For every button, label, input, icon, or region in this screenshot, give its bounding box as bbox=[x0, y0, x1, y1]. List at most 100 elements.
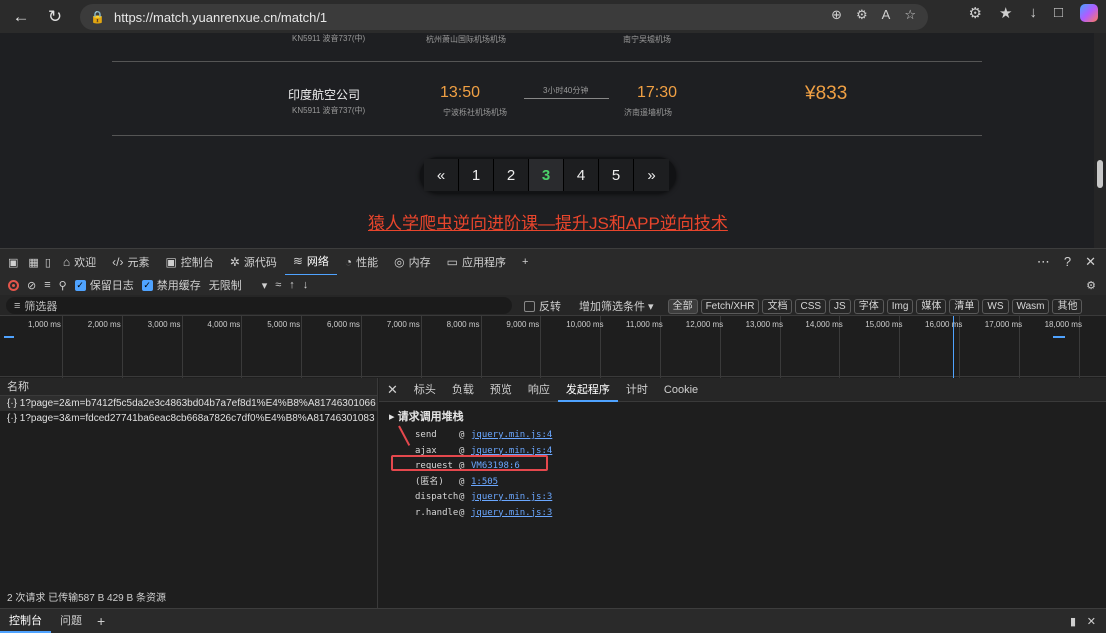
page-scrollbar[interactable] bbox=[1094, 33, 1106, 248]
timeline-tick-label: 1,000 ms bbox=[28, 320, 61, 329]
network-timeline[interactable]: 1,000 ms 2,000 ms 3,000 ms 4,000 ms 5,000 ms… bbox=[0, 315, 1106, 378]
back-icon[interactable]: ← bbox=[6, 2, 36, 32]
clear-icon[interactable]: ⊘ bbox=[27, 279, 36, 292]
devtools-tab[interactable]: ◔ 性能 bbox=[337, 249, 386, 276]
dock-drawer-icon[interactable]: ▮ bbox=[1070, 615, 1076, 628]
detail-tab[interactable]: 标头 bbox=[406, 378, 444, 402]
zoom-icon[interactable]: ⊕ bbox=[831, 7, 842, 23]
tab-icon: ▣ bbox=[165, 255, 177, 269]
chevron-down-icon[interactable]: ▾ bbox=[262, 279, 268, 292]
address-bar[interactable]: 🔒 https://match.yuanrenxue.cn/match/1 ⊕ … bbox=[80, 4, 928, 30]
filter-chip[interactable]: 清单 bbox=[949, 298, 980, 314]
record-icon[interactable] bbox=[8, 279, 19, 291]
devtools-tab[interactable]: ⌂ 欢迎 bbox=[55, 249, 104, 276]
extensions-icon[interactable]: ⚙ bbox=[969, 4, 982, 22]
add-tab-icon[interactable]: + bbox=[514, 249, 536, 276]
dock-icon[interactable]: ▯ bbox=[41, 249, 55, 276]
detail-tab[interactable]: 响应 bbox=[520, 378, 558, 402]
next-page-button[interactable]: » bbox=[634, 159, 669, 191]
device-toggle-icon[interactable]: ▣ bbox=[0, 249, 26, 276]
name-column-header[interactable]: 名称 bbox=[0, 378, 377, 396]
settings-icon[interactable]: ⚙ bbox=[1086, 279, 1096, 292]
filter-chip[interactable]: CSS bbox=[795, 298, 827, 314]
detail-tab[interactable]: Cookie bbox=[656, 378, 706, 402]
page-button[interactable]: 1 bbox=[459, 159, 494, 191]
page-button[interactable]: 2 bbox=[494, 159, 529, 191]
filter-chip[interactable]: WS bbox=[982, 298, 1009, 314]
filter-chip[interactable]: 其他 bbox=[1052, 298, 1083, 314]
tab-label: 内存 bbox=[408, 257, 431, 269]
read-aloud-icon[interactable]: A bbox=[882, 7, 891, 23]
star-icon[interactable]: ☆ bbox=[904, 7, 916, 23]
filter-chip[interactable]: Fetch/XHR bbox=[700, 298, 760, 314]
browser-toolbar: ← ↻ 🔒 https://match.yuanrenxue.cn/match/… bbox=[0, 0, 1106, 33]
throttle-select[interactable]: 无限制 bbox=[209, 277, 242, 293]
download-icon[interactable]: ↓ bbox=[1029, 4, 1037, 22]
source-link[interactable]: jquery.min.js:4 bbox=[471, 428, 552, 444]
source-link[interactable]: jquery.min.js:3 bbox=[471, 506, 552, 522]
source-link[interactable]: jquery.min.js:3 bbox=[471, 490, 552, 506]
more-icon[interactable]: ⋯ bbox=[1037, 254, 1050, 270]
prev-page-button[interactable]: « bbox=[424, 159, 459, 191]
call-stack-title[interactable]: ▸ 请求调用堆栈 bbox=[389, 408, 1106, 424]
help-icon[interactable]: ? bbox=[1064, 254, 1071, 270]
filter-chip[interactable]: Wasm bbox=[1011, 298, 1050, 314]
tab-icon: ◎ bbox=[394, 255, 405, 269]
network-conditions-icon[interactable]: ≈ bbox=[275, 279, 281, 291]
copilot-icon[interactable] bbox=[1080, 4, 1098, 22]
page-button[interactable]: 5 bbox=[599, 159, 634, 191]
drawer-tab[interactable]: 控制台 bbox=[0, 609, 51, 633]
at-sign: @ bbox=[459, 507, 465, 518]
collections-icon[interactable]: □ bbox=[1054, 4, 1063, 22]
detail-tab[interactable]: 预览 bbox=[482, 378, 520, 402]
request-row[interactable]: {·} 1?page=2&m=b7412f5c5da2e3c4863bd04b7… bbox=[0, 396, 377, 411]
tab-icon: ⌂ bbox=[62, 255, 71, 269]
timeline-tick-label: 2,000 ms bbox=[87, 320, 121, 329]
promo-link[interactable]: 猿人学爬虫逆向进阶课—提升JS和APP逆向技术 bbox=[368, 209, 728, 234]
scrollbar-thumb[interactable] bbox=[1097, 160, 1103, 188]
upload-icon[interactable]: ↑ bbox=[289, 279, 295, 291]
close-details-icon[interactable]: ✕ bbox=[379, 378, 406, 402]
filter-chip[interactable]: Img bbox=[886, 298, 914, 314]
devtools-tab[interactable]: ▣ 控制台 bbox=[157, 249, 221, 276]
timeline-gridline bbox=[540, 316, 542, 378]
preserve-log-checkbox[interactable]: ✓ 保留日志 bbox=[74, 277, 134, 293]
timeline-gridline bbox=[121, 316, 123, 378]
request-row[interactable]: {·} 1?page=3&m=fdced27741ba6eac8cb668a78… bbox=[0, 411, 377, 426]
devtools-tab[interactable]: ▭ 应用程序 bbox=[439, 249, 514, 276]
timeline-tick-label: 12,000 ms bbox=[685, 320, 724, 329]
timeline-tick-label: 18,000 ms bbox=[1044, 320, 1082, 329]
reload-icon[interactable]: ↻ bbox=[40, 2, 70, 32]
detail-tab[interactable]: 负载 bbox=[444, 378, 482, 402]
source-link[interactable]: 1:505 bbox=[471, 475, 498, 491]
filter-chip[interactable]: 字体 bbox=[853, 298, 884, 314]
disable-cache-checkbox[interactable]: ✓ 禁用缓存 bbox=[141, 277, 201, 293]
detail-tab[interactable]: 发起程序 bbox=[557, 378, 618, 402]
close-devtools-icon[interactable]: ✕ bbox=[1085, 254, 1096, 270]
detail-tab[interactable]: 计时 bbox=[618, 378, 656, 402]
devtools-tab[interactable]: ✲ 源代码 bbox=[222, 249, 285, 276]
tab-label: 性能 bbox=[356, 257, 379, 269]
inspect-icon[interactable]: ▦ bbox=[26, 249, 40, 276]
add-tab-icon[interactable]: + bbox=[97, 613, 105, 629]
filter-input[interactable]: ≡ 筛选器 bbox=[6, 297, 512, 314]
page-button[interactable]: 4 bbox=[564, 159, 599, 191]
translate-icon[interactable]: ⚙ bbox=[856, 7, 868, 23]
filter-icon[interactable]: ≡ bbox=[44, 279, 50, 291]
more-filters-dropdown[interactable]: 增加筛选条件 ▾ bbox=[579, 298, 654, 314]
filter-chip[interactable]: 文档 bbox=[762, 298, 793, 314]
close-drawer-icon[interactable]: ✕ bbox=[1087, 615, 1096, 628]
function-name: send bbox=[415, 430, 437, 440]
download-icon[interactable]: ↓ bbox=[303, 279, 309, 291]
devtools-tab[interactable]: ≋ 网络 bbox=[284, 249, 337, 276]
filter-chip[interactable]: JS bbox=[829, 298, 851, 314]
devtools-tab[interactable]: ‹/› 元素 bbox=[104, 249, 157, 276]
devtools-tab[interactable]: ◎ 内存 bbox=[386, 249, 438, 276]
search-icon[interactable]: ⚲ bbox=[59, 279, 67, 292]
filter-chip[interactable]: 全部 bbox=[667, 298, 698, 314]
invert-checkbox[interactable]: 反转 bbox=[524, 298, 561, 314]
favorites-icon[interactable]: ★ bbox=[999, 4, 1012, 22]
drawer-tab[interactable]: 问题 bbox=[51, 609, 91, 633]
page-button[interactable]: 3 bbox=[529, 159, 564, 191]
filter-chip[interactable]: 媒体 bbox=[916, 298, 947, 314]
